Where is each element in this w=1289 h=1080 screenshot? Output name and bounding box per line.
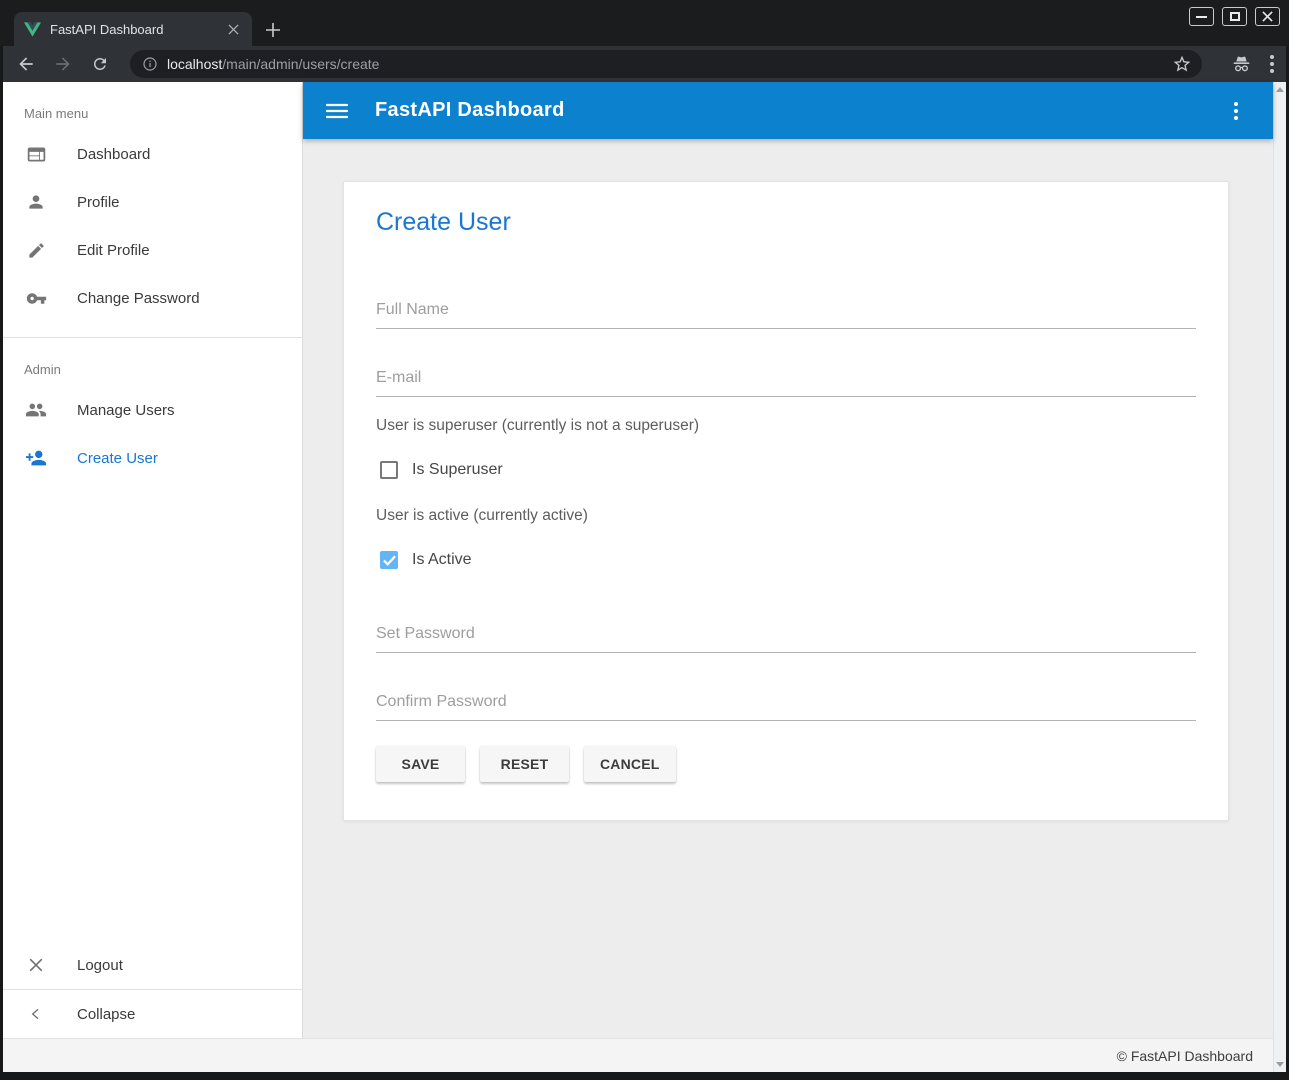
- sidebar-item-manage-users[interactable]: Manage Users: [3, 386, 302, 434]
- url-bar[interactable]: localhost/main/admin/users/create: [130, 50, 1202, 78]
- sidebar-item-label: Collapse: [77, 1006, 135, 1023]
- incognito-icon: [1231, 54, 1252, 75]
- hamburger-menu-icon[interactable]: [326, 103, 348, 119]
- toolbar-right: [1231, 54, 1274, 75]
- sidebar-item-change-password[interactable]: Change Password: [3, 274, 302, 322]
- sidebar-item-create-user[interactable]: Create User: [3, 434, 302, 482]
- sidebar-item-label: Manage Users: [77, 402, 175, 419]
- scroll-up-icon[interactable]: [1276, 87, 1284, 92]
- full-name-field-wrap: [376, 281, 1196, 329]
- checkbox-label: Is Superuser: [412, 461, 503, 479]
- person-add-icon: [24, 447, 48, 469]
- app-header: FastAPI Dashboard: [303, 82, 1273, 139]
- sidebar-item-label: Edit Profile: [77, 242, 150, 259]
- cancel-button[interactable]: CANCEL: [584, 746, 676, 782]
- superuser-hint: User is superuser (currently is not a su…: [376, 417, 1196, 435]
- sidebar-item-edit-profile[interactable]: Edit Profile: [3, 226, 302, 274]
- minimize-button[interactable]: [1189, 7, 1214, 26]
- people-icon: [24, 399, 48, 421]
- key-icon: [24, 288, 48, 309]
- set-password-input[interactable]: [376, 625, 1196, 652]
- browser-menu-kebab-icon[interactable]: [1270, 55, 1274, 73]
- page-title: Create User: [376, 208, 1196, 237]
- vue-logo-icon: [24, 22, 41, 37]
- browser-toolbar: localhost/main/admin/users/create: [3, 46, 1286, 82]
- confirm-password-input[interactable]: [376, 693, 1196, 720]
- page-content: Create User User is superuser (currently…: [303, 139, 1273, 1038]
- is-active-checkbox-row[interactable]: Is Active: [380, 551, 1196, 569]
- is-superuser-checkbox-row[interactable]: Is Superuser: [380, 461, 1196, 479]
- window-controls: [1189, 7, 1280, 26]
- chevron-left-icon: [24, 1006, 48, 1022]
- tab-close-icon[interactable]: [224, 20, 242, 38]
- sidebar-item-dashboard[interactable]: Dashboard: [3, 130, 302, 178]
- sidebar-item-label: Profile: [77, 194, 120, 211]
- sidebar: Main menu Dashboard Profile: [3, 82, 303, 1038]
- scroll-down-icon[interactable]: [1276, 1062, 1284, 1067]
- sidebar-section-admin: Admin: [3, 338, 302, 386]
- forward-icon[interactable]: [52, 53, 74, 75]
- bookmark-star-icon[interactable]: [1172, 54, 1192, 74]
- maximize-button[interactable]: [1222, 7, 1247, 26]
- main-area: FastAPI Dashboard Create User: [303, 82, 1273, 1038]
- tab-title: FastAPI Dashboard: [50, 22, 224, 37]
- email-input[interactable]: [376, 369, 1196, 396]
- back-icon[interactable]: [15, 53, 37, 75]
- app-title: FastAPI Dashboard: [375, 99, 1222, 122]
- sidebar-item-label: Logout: [77, 957, 123, 974]
- site-info-icon[interactable]: [142, 56, 158, 72]
- close-icon: [24, 955, 48, 975]
- sidebar-item-label: Create User: [77, 450, 158, 467]
- is-superuser-checkbox[interactable]: [380, 461, 398, 479]
- is-active-checkbox[interactable]: [380, 551, 398, 569]
- email-field-wrap: [376, 349, 1196, 397]
- sidebar-item-profile[interactable]: Profile: [3, 178, 302, 226]
- app-menu-kebab-icon[interactable]: [1222, 97, 1250, 125]
- copyright-text: © FastAPI Dashboard: [1117, 1048, 1253, 1064]
- sidebar-item-label: Change Password: [77, 290, 200, 307]
- page-viewport: Main menu Dashboard Profile: [3, 82, 1286, 1072]
- url-text: localhost/main/admin/users/create: [167, 56, 379, 72]
- sidebar-section-main-menu: Main menu: [3, 82, 302, 130]
- checkbox-label: Is Active: [412, 551, 472, 569]
- confirm-password-field-wrap: [376, 673, 1196, 721]
- page-scrollbar[interactable]: [1273, 82, 1286, 1072]
- reset-button[interactable]: RESET: [480, 746, 569, 782]
- new-tab-button[interactable]: [260, 17, 286, 43]
- sidebar-item-logout[interactable]: Logout: [3, 941, 302, 989]
- full-name-input[interactable]: [376, 301, 1196, 328]
- save-button[interactable]: SAVE: [376, 746, 465, 782]
- browser-tab[interactable]: FastAPI Dashboard: [14, 12, 252, 46]
- page-footer: © FastAPI Dashboard: [3, 1038, 1273, 1072]
- pencil-icon: [24, 241, 48, 260]
- close-window-button[interactable]: [1255, 7, 1280, 26]
- browser-tabstrip: FastAPI Dashboard: [0, 0, 1289, 46]
- person-icon: [24, 192, 48, 212]
- reload-icon[interactable]: [89, 53, 111, 75]
- create-user-card: Create User User is superuser (currently…: [343, 181, 1229, 821]
- sidebar-item-label: Dashboard: [77, 146, 150, 163]
- form-buttons: SAVE RESET CANCEL: [376, 746, 1196, 782]
- sidebar-item-collapse[interactable]: Collapse: [3, 990, 302, 1038]
- active-hint: User is active (currently active): [376, 507, 1196, 525]
- set-password-field-wrap: [376, 605, 1196, 653]
- web-icon: [24, 144, 48, 165]
